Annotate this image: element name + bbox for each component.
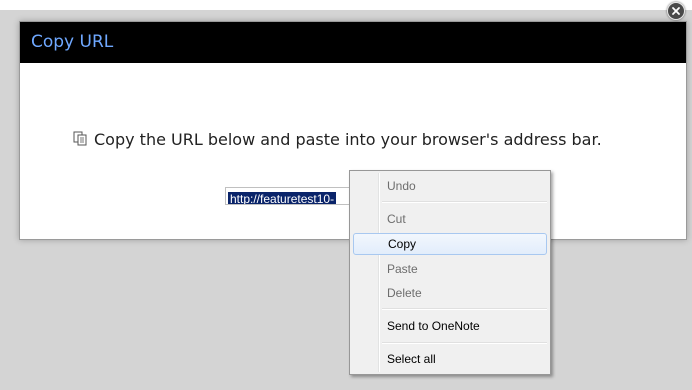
instruction-text: Copy the URL below and paste into your b…	[94, 129, 602, 149]
menu-item-label: Copy	[388, 237, 417, 251]
menu-item-paste[interactable]: Paste	[353, 258, 547, 280]
menu-item-select-all[interactable]: Select all	[353, 348, 547, 370]
menu-item-label: Select all	[387, 352, 436, 366]
menu-separator	[382, 201, 547, 203]
dialog-titlebar: Copy URL	[20, 22, 686, 63]
menu-item-label: Paste	[387, 262, 418, 276]
menu-item-copy[interactable]: Copy	[353, 233, 547, 255]
menu-item-cut[interactable]: Cut	[353, 208, 547, 230]
dialog-title: Copy URL	[31, 32, 114, 52]
menu-item-delete[interactable]: Delete	[353, 282, 547, 304]
menu-item-undo[interactable]: Undo	[353, 175, 547, 197]
menu-item-label: Cut	[387, 212, 406, 226]
menu-item-send-to-onenote[interactable]: Send to OneNote	[353, 315, 547, 337]
page-top-strip	[0, 0, 692, 10]
menu-separator	[382, 342, 547, 344]
menu-separator	[382, 308, 547, 310]
menu-item-label: Delete	[387, 286, 422, 300]
url-selected-text[interactable]: http://featuretest10-	[228, 192, 337, 204]
instruction-row: Copy the URL below and paste into your b…	[73, 129, 602, 149]
close-icon[interactable]	[667, 2, 685, 20]
menu-item-label: Undo	[387, 179, 416, 193]
context-menu: Undo Cut Copy Paste Delete Send to OneNo…	[349, 170, 551, 375]
clipboard-icon	[73, 131, 88, 147]
menu-item-label: Send to OneNote	[387, 319, 480, 333]
